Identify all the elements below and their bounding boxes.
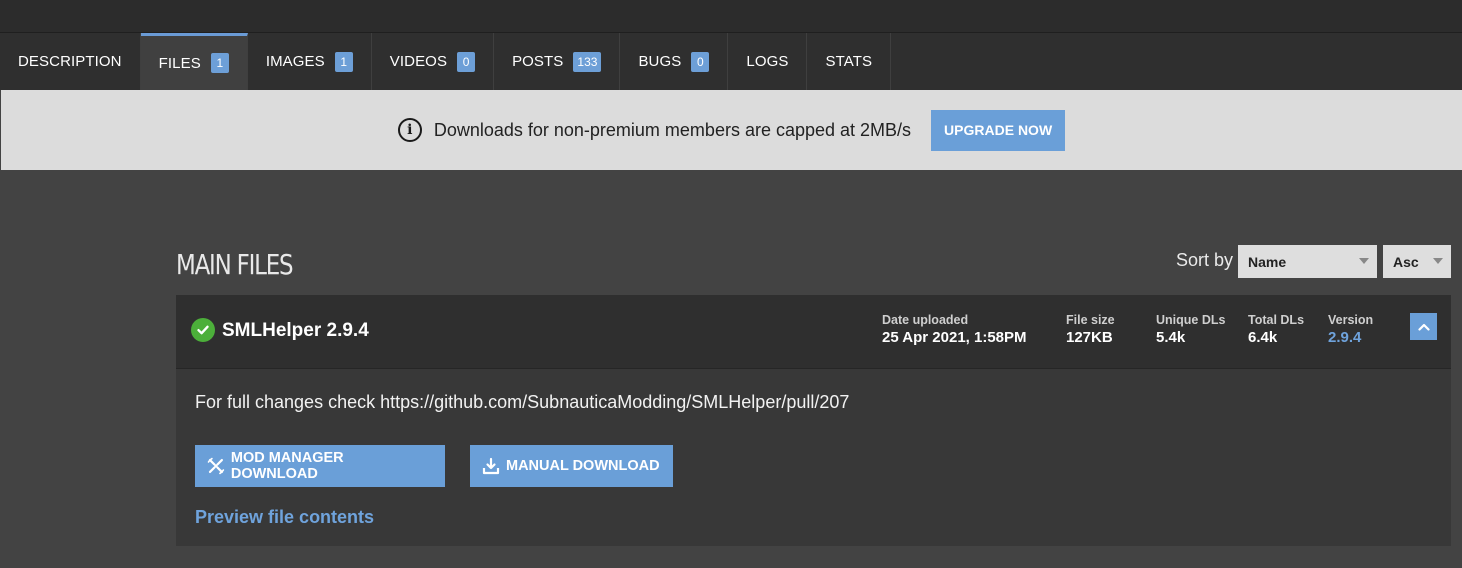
tab-label: BUGS xyxy=(638,53,682,70)
version-link[interactable]: 2.9.4 xyxy=(1328,329,1373,346)
tab-files[interactable]: FILES 1 xyxy=(140,33,248,90)
manual-download-button[interactable]: MANUAL DOWNLOAD xyxy=(470,445,673,487)
tab-count-badge: 0 xyxy=(691,51,710,72)
vortex-icon xyxy=(207,457,225,475)
sort-field-value: Name xyxy=(1248,253,1287,270)
meta-label: Version xyxy=(1328,313,1374,327)
meta-label: Date uploaded xyxy=(882,313,969,327)
tab-posts[interactable]: POSTS 133 xyxy=(494,33,621,90)
tab-label: DESCRIPTION xyxy=(18,53,122,70)
meta-label: Total DLs xyxy=(1248,313,1305,327)
manual-download-label: MANUAL DOWNLOAD xyxy=(506,458,660,474)
tab-images[interactable]: IMAGES 1 xyxy=(248,33,372,90)
meta-value: 127KB xyxy=(1066,329,1113,346)
file-name: SMLHelper 2.9.4 xyxy=(222,320,369,341)
tab-label: IMAGES xyxy=(265,53,325,70)
sort-order-value: Asc xyxy=(1393,253,1419,270)
meta-value: 5.4k xyxy=(1156,329,1186,346)
tab-label: LOGS xyxy=(746,53,789,70)
top-bar xyxy=(0,0,1462,33)
notice-message: Downloads for non-premium members are ca… xyxy=(433,119,912,140)
download-icon xyxy=(482,457,500,475)
info-icon: i xyxy=(397,118,422,142)
mod-manager-download-button[interactable]: MOD MANAGER DOWNLOAD xyxy=(195,445,445,487)
meta-value: 6.4k xyxy=(1248,329,1278,346)
collapse-button[interactable] xyxy=(1410,313,1437,340)
tab-description[interactable]: DESCRIPTION xyxy=(0,33,141,90)
tab-count-badge: 1 xyxy=(210,53,229,73)
file-header[interactable]: SMLHelper 2.9.4 Date uploaded 25 Apr 202… xyxy=(176,295,1451,369)
file-card: SMLHelper 2.9.4 Date uploaded 25 Apr 202… xyxy=(176,295,1451,546)
upgrade-now-button[interactable]: UPGRADE NOW xyxy=(931,109,1066,151)
chevron-down-icon xyxy=(1359,258,1369,264)
tab-label: STATS xyxy=(825,53,873,70)
tab-stats[interactable]: STATS xyxy=(807,33,892,90)
tab-label: FILES xyxy=(158,54,201,72)
section-title: MAIN FILES xyxy=(176,248,294,281)
mod-tabs: DESCRIPTION FILES 1 IMAGES 1 VIDEOS 0 PO… xyxy=(0,33,1462,90)
chevron-up-icon xyxy=(1417,323,1430,331)
sort-field-select[interactable]: Name xyxy=(1238,245,1377,278)
tab-count-badge: 0 xyxy=(457,51,476,72)
sort-order-select[interactable]: Asc xyxy=(1383,245,1451,278)
meta-label: File size xyxy=(1066,313,1115,327)
tab-label: POSTS xyxy=(512,53,564,70)
tab-logs[interactable]: LOGS xyxy=(728,33,808,90)
meta-version: Version 2.9.4 xyxy=(1328,313,1373,346)
tab-label: VIDEOS xyxy=(389,53,448,70)
meta-label: Unique DLs xyxy=(1156,313,1226,327)
mod-manager-download-label: MOD MANAGER DOWNLOAD xyxy=(230,450,344,482)
tab-count-badge: 133 xyxy=(573,51,602,72)
meta-total-dls: Total DLs 6.4k xyxy=(1248,313,1304,346)
meta-unique-dls: Unique DLs 5.4k xyxy=(1156,313,1225,346)
preview-file-contents-link[interactable]: Preview file contents xyxy=(195,507,374,528)
check-circle-icon xyxy=(191,318,215,342)
meta-file-size: File size 127KB xyxy=(1066,313,1115,346)
tab-videos[interactable]: VIDEOS 0 xyxy=(372,33,495,90)
meta-date-uploaded: Date uploaded 25 Apr 2021, 1:58PM xyxy=(882,313,1027,346)
download-speed-notice: i Downloads for non-premium members are … xyxy=(1,90,1462,170)
tab-count-badge: 1 xyxy=(334,51,353,72)
chevron-down-icon xyxy=(1433,258,1443,264)
file-description: For full changes check https://github.co… xyxy=(195,392,850,412)
meta-value: 25 Apr 2021, 1:58PM xyxy=(882,329,1027,346)
sort-by-label: Sort by xyxy=(1176,250,1234,270)
tab-bugs[interactable]: BUGS 0 xyxy=(620,33,729,90)
